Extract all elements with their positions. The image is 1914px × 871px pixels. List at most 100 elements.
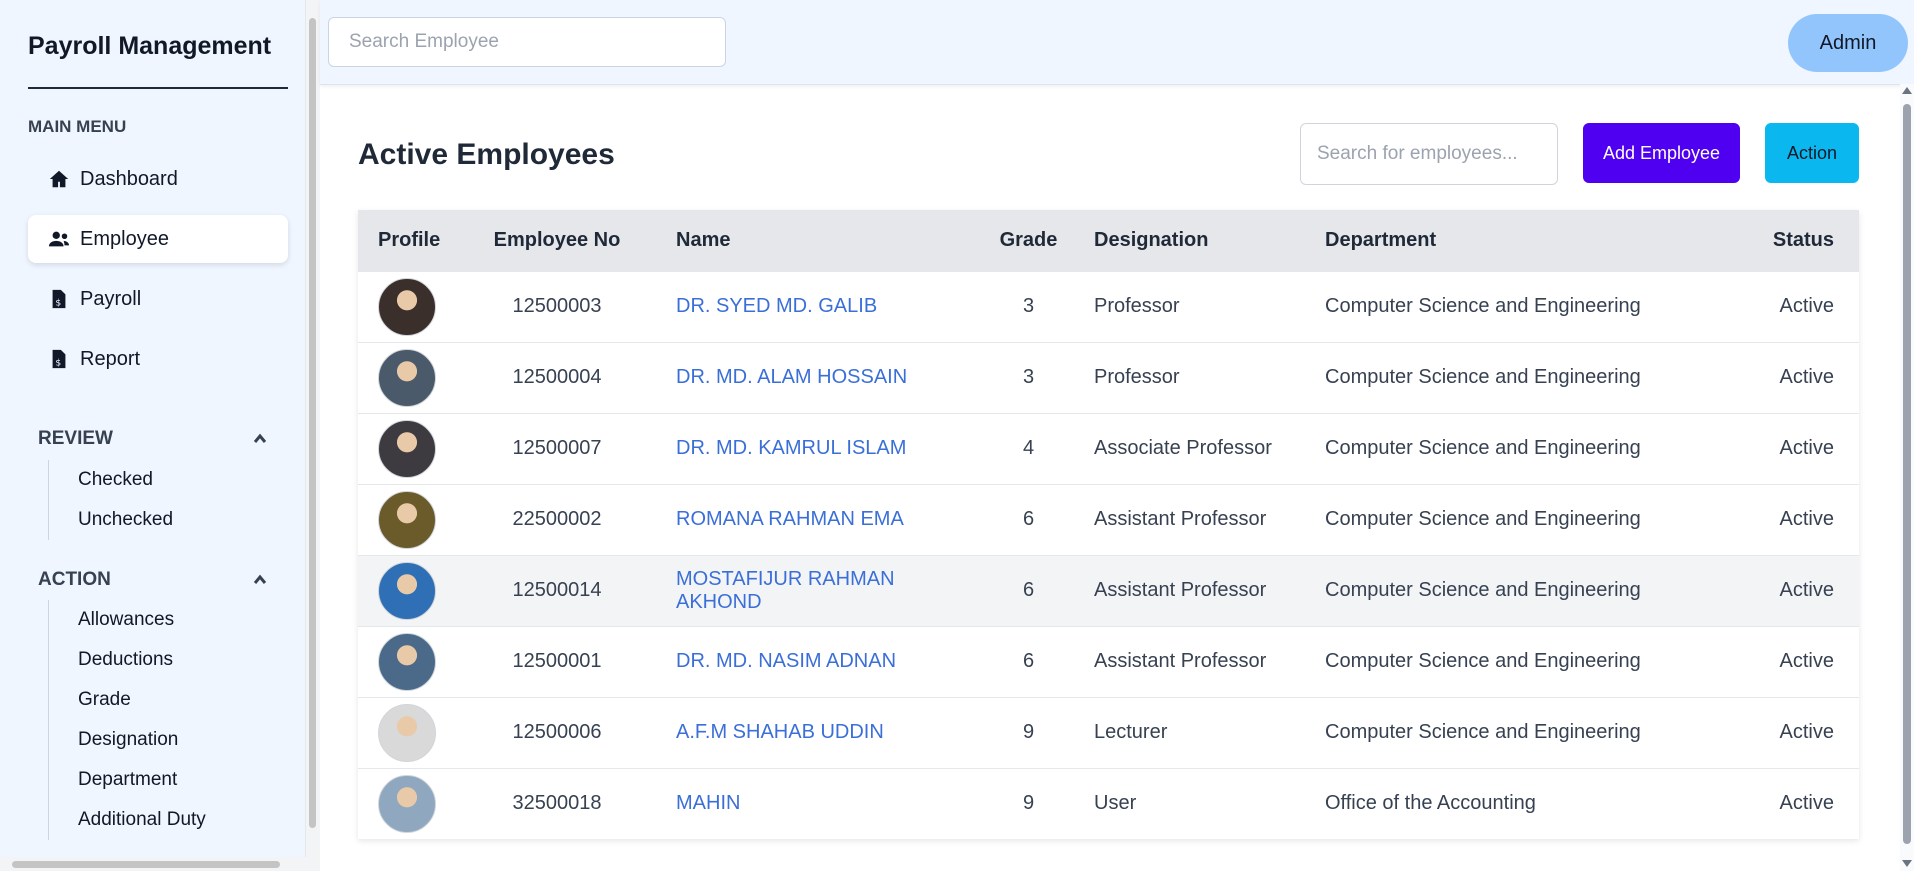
nav-report-label: Report: [80, 347, 141, 370]
employee-name-link[interactable]: MAHIN: [676, 792, 740, 814]
designation-cell: Lecturer: [1094, 721, 1168, 743]
employee-name-link[interactable]: ROMANA RAHMAN EMA: [676, 508, 904, 530]
sidebar-horizontal-scrollbar[interactable]: [0, 857, 306, 871]
status-cell: Active: [1779, 437, 1834, 459]
employee-name-link[interactable]: DR. SYED MD. GALIB: [676, 295, 877, 317]
scroll-down-arrow-icon[interactable]: [1902, 860, 1912, 867]
action-item-deductions[interactable]: Deductions: [78, 640, 206, 680]
avatar[interactable]: [378, 419, 436, 478]
action-item-allowances[interactable]: Allowances: [78, 600, 206, 640]
main-menu-heading: MAIN MENU: [28, 117, 127, 136]
status-cell: Active: [1779, 508, 1834, 530]
employee-no-cell: 12500001: [512, 650, 602, 672]
column-header-name[interactable]: Name: [656, 210, 976, 271]
svg-text:$: $: [55, 357, 61, 368]
name-cell: A.F.M SHAHAB UDDIN: [656, 697, 976, 768]
table-row[interactable]: 12500001 DR. MD. NASIM ADNAN 6 Assistant Pr…: [358, 626, 1859, 697]
avatar[interactable]: [378, 703, 436, 762]
profile-cell: [358, 484, 458, 555]
employee-search-input[interactable]: [328, 17, 726, 67]
table-row[interactable]: 32500018 MAHIN 9 User Office of the Accounti…: [358, 768, 1859, 839]
name-cell: ROMANA RAHMAN EMA: [656, 484, 976, 555]
employee-no-cell: 12500007: [512, 437, 602, 459]
employee-no-cell: 12500003: [512, 295, 602, 317]
action-section-toggle[interactable]: ACTION: [38, 569, 268, 591]
nav-dashboard[interactable]: Dashboard: [28, 155, 288, 203]
invoice-icon: $: [52, 349, 66, 368]
profile-cell: [358, 768, 458, 839]
profile-cell: [358, 342, 458, 413]
employee-name-link[interactable]: DR. MD. ALAM HOSSAIN: [676, 366, 907, 388]
designation-cell: Assistant Professor: [1094, 508, 1267, 530]
main-scroll-thumb[interactable]: [1903, 104, 1911, 844]
nav-payroll[interactable]: $ Payroll: [28, 275, 288, 323]
sidebar-scroll-thumb[interactable]: [309, 18, 316, 828]
action-item-grade[interactable]: Grade: [78, 680, 206, 720]
users-icon: [48, 231, 70, 247]
employee-no-cell: 22500002: [512, 508, 602, 530]
column-header-grade[interactable]: Grade: [976, 210, 1081, 271]
status-cell: Active: [1779, 792, 1834, 815]
action-heading: ACTION: [38, 569, 111, 590]
column-header-profile[interactable]: Profile: [358, 210, 458, 271]
grade-cell: 3: [1022, 366, 1035, 388]
avatar[interactable]: [378, 632, 436, 691]
table-row[interactable]: 22500002 ROMANA RAHMAN EMA 6 Assistant Prof…: [358, 484, 1859, 555]
column-header-department[interactable]: Department: [1312, 210, 1722, 271]
main-vertical-scrollbar[interactable]: [1900, 84, 1914, 871]
review-item-checked[interactable]: Checked: [78, 460, 173, 500]
department-cell: Computer Science and Engineering: [1325, 508, 1641, 530]
designation-cell: User: [1094, 792, 1137, 815]
table-row[interactable]: 12500007 DR. MD. KAMRUL ISLAM 4 Associate P…: [358, 413, 1859, 484]
admin-button[interactable]: Admin: [1788, 14, 1908, 72]
avatar[interactable]: [378, 348, 436, 407]
action-item-department[interactable]: Department: [78, 760, 206, 800]
name-cell: DR. SYED MD. GALIB: [656, 271, 976, 342]
avatar[interactable]: [378, 561, 436, 620]
column-header-employee-no[interactable]: Employee No: [458, 210, 656, 271]
page-title: Active Employees: [358, 138, 615, 171]
sidebar: Payroll Management MAIN MENU Dashboard E…: [0, 0, 306, 871]
designation-cell: Professor: [1094, 295, 1180, 317]
table-row[interactable]: 12500006 A.F.M SHAHAB UDDIN 9 Lecturer Compu…: [358, 697, 1859, 768]
svg-text:$: $: [55, 297, 61, 308]
review-item-unchecked[interactable]: Unchecked: [78, 500, 173, 540]
table-row[interactable]: 12500003 DR. SYED MD. GALIB 3 Professor Comp…: [358, 271, 1859, 342]
department-cell: Computer Science and Engineering: [1325, 721, 1641, 743]
nav-report[interactable]: $ Report: [28, 335, 288, 383]
scroll-up-arrow-icon[interactable]: [1902, 87, 1912, 94]
name-cell: DR. MD. KAMRUL ISLAM: [656, 413, 976, 484]
review-list: Checked Unchecked: [48, 460, 173, 540]
status-cell: Active: [1779, 721, 1834, 743]
avatar[interactable]: [378, 774, 436, 833]
profile-cell: [358, 626, 458, 697]
action-item-designation[interactable]: Designation: [78, 720, 206, 760]
action-button[interactable]: Action: [1765, 123, 1859, 183]
department-cell: Computer Science and Engineering: [1325, 295, 1641, 317]
action-item-additional-duty[interactable]: Additional Duty: [78, 800, 206, 840]
department-cell: Computer Science and Engineering: [1325, 366, 1641, 388]
employee-name-link[interactable]: DR. MD. KAMRUL ISLAM: [676, 437, 906, 459]
sidebar-horizontal-scroll-thumb[interactable]: [12, 861, 280, 868]
nav-employee[interactable]: Employee: [28, 215, 288, 263]
nav-dashboard-label: Dashboard: [80, 167, 178, 190]
department-cell: Office of the Accounting: [1325, 792, 1536, 815]
employee-name-link[interactable]: MOSTAFIJUR RAHMAN AKHOND: [676, 568, 895, 613]
employee-name-link[interactable]: DR. MD. NASIM ADNAN: [676, 650, 896, 672]
home-icon: [49, 170, 69, 188]
avatar[interactable]: [378, 490, 436, 549]
sidebar-vertical-scrollbar[interactable]: [306, 0, 320, 871]
status-cell: Active: [1779, 366, 1834, 388]
table-row[interactable]: 12500004 DR. MD. ALAM HOSSAIN 3 Professor Co…: [358, 342, 1859, 413]
profile-cell: [358, 697, 458, 768]
avatar[interactable]: [378, 277, 436, 336]
column-header-designation[interactable]: Designation: [1081, 210, 1312, 271]
employee-name-link[interactable]: A.F.M SHAHAB UDDIN: [676, 721, 884, 743]
table-row[interactable]: 12500014 MOSTAFIJUR RAHMAN AKHOND 6 Assista…: [358, 555, 1859, 626]
table-search-input[interactable]: [1300, 123, 1558, 185]
column-header-status[interactable]: Status: [1722, 210, 1859, 271]
profile-cell: [358, 271, 458, 342]
grade-cell: 3: [1022, 295, 1035, 317]
add-employee-button[interactable]: Add Employee: [1583, 123, 1740, 183]
review-section-toggle[interactable]: REVIEW: [38, 428, 268, 450]
